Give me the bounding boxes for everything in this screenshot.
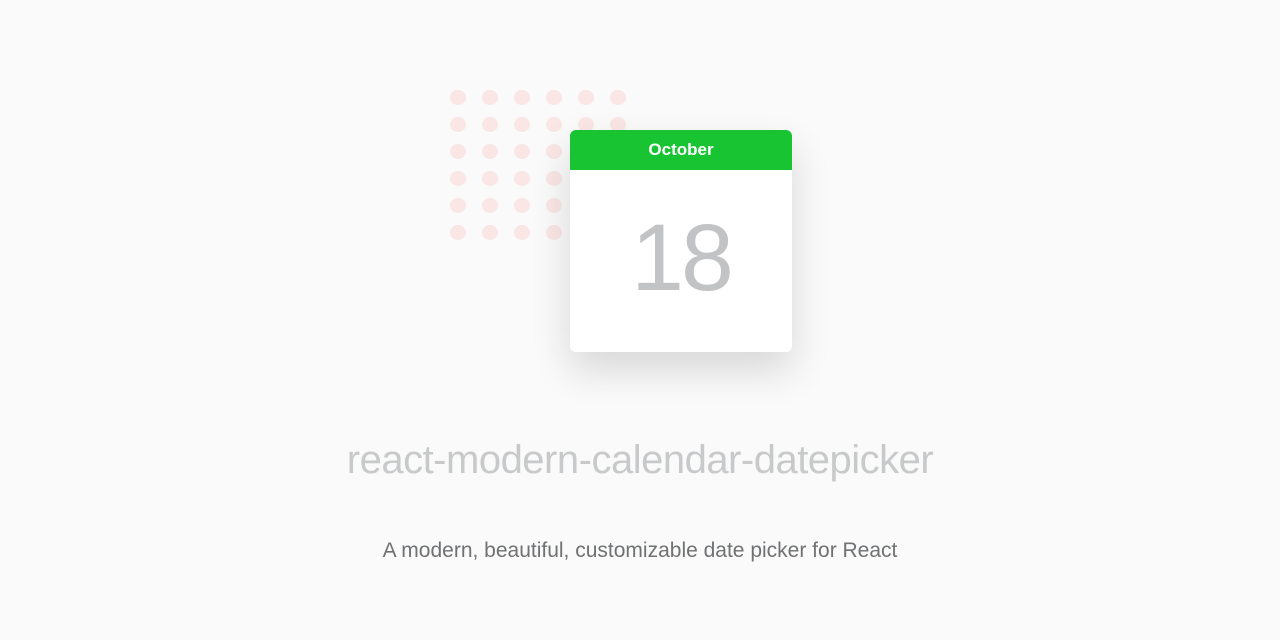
decorative-dot (450, 171, 466, 186)
decorative-dot (514, 171, 530, 186)
decorative-dot (578, 90, 594, 105)
decorative-dot (482, 90, 498, 105)
calendar-icon: October 18 (570, 130, 792, 352)
decorative-dot (514, 117, 530, 132)
decorative-dot (546, 90, 562, 105)
decorative-dot (482, 225, 498, 240)
decorative-dot (482, 117, 498, 132)
decorative-dot (514, 144, 530, 159)
decorative-dot (482, 144, 498, 159)
decorative-dot (546, 198, 562, 213)
page-title: react-modern-calendar-datepicker (347, 438, 934, 483)
calendar-body: 18 (570, 170, 792, 352)
calendar-day-number: 18 (631, 204, 731, 313)
decorative-dot (514, 225, 530, 240)
page-subtitle: A modern, beautiful, customizable date p… (383, 539, 898, 563)
decorative-dot (450, 117, 466, 132)
decorative-dot (546, 144, 562, 159)
decorative-dot (450, 144, 466, 159)
decorative-dot (546, 117, 562, 132)
decorative-dot (450, 198, 466, 213)
decorative-dot (450, 225, 466, 240)
calendar-month-header: October (570, 130, 792, 170)
decorative-dot (450, 90, 466, 105)
decorative-dot (482, 198, 498, 213)
calendar-month-label: October (648, 140, 713, 160)
decorative-dot (514, 90, 530, 105)
decorative-dot (514, 198, 530, 213)
decorative-dot (546, 171, 562, 186)
hero-illustration: October 18 (450, 90, 830, 370)
decorative-dot (610, 90, 626, 105)
decorative-dot (482, 171, 498, 186)
decorative-dot (546, 225, 562, 240)
